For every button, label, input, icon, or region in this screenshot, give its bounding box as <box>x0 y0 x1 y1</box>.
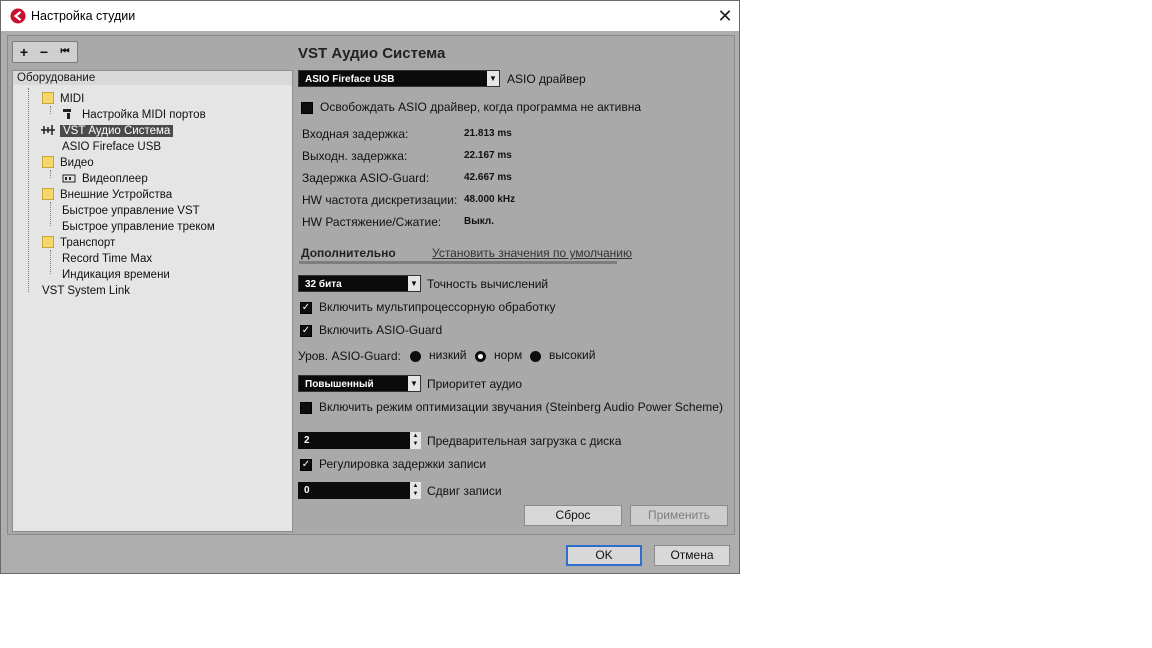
asio-guard-checkbox[interactable]: ✓ <box>300 325 312 337</box>
reset-button[interactable]: Сброс <box>524 505 622 526</box>
multiproc-label: Включить мультипроцессорную обработку <box>319 300 556 314</box>
stat-label: Входная задержка: <box>302 127 409 141</box>
tree-item-vst-system-link[interactable]: VST System Link <box>42 284 130 299</box>
chevron-down-icon: ▼ <box>408 276 420 291</box>
set-defaults-link[interactable]: Установить значения по умолчанию <box>432 246 632 260</box>
chevron-down-icon: ▼ <box>487 71 499 86</box>
tree-item-midi[interactable]: MIDI <box>42 92 84 107</box>
tree-item-transport[interactable]: Транспорт <box>42 236 115 251</box>
guard-high-radio[interactable] <box>530 351 541 362</box>
tree-toolbar: + − ⏮ <box>12 41 78 63</box>
tree-guide <box>28 88 29 292</box>
window-title: Настройка студии <box>31 9 136 23</box>
chevron-down-icon: ▼ <box>408 376 420 391</box>
stat-value: 21.813 ms <box>464 128 512 139</box>
audio-priority-select[interactable]: Повышенный ▼ <box>298 375 421 392</box>
cubase-app-icon <box>10 8 26 24</box>
asio-driver-label: ASIO драйвер <box>507 72 586 86</box>
video-player-icon <box>62 174 76 183</box>
power-scheme-checkbox[interactable] <box>300 402 312 414</box>
disk-preload-stepper[interactable]: 2 ▲ ▼ <box>298 432 421 449</box>
tree-guide <box>50 170 51 178</box>
guard-level-label: Уров. ASIO-Guard: <box>298 349 401 363</box>
folder-icon <box>42 188 54 200</box>
asio-driver-value: ASIO Fireface USB <box>305 74 395 85</box>
tree-guide <box>50 106 51 114</box>
tree-item-video[interactable]: Видео <box>42 156 94 171</box>
tree-item-external-devices[interactable]: Внешние Устройства <box>42 188 172 203</box>
guard-normal-label: норм <box>494 348 523 362</box>
tree-guide <box>50 202 51 226</box>
asio-driver-select[interactable]: ASIO Fireface USB ▼ <box>298 70 500 87</box>
multiproc-checkbox[interactable]: ✓ <box>300 302 312 314</box>
tree-root-label: Оборудование <box>17 72 96 84</box>
stat-label: HW Растяжение/Сжатие: <box>302 215 442 229</box>
panel-heading: VST Аудио Система <box>298 45 446 62</box>
tree-item-quick-control-track[interactable]: Быстрое управление треком <box>62 220 215 235</box>
record-shift-value: 0 <box>304 485 310 496</box>
tree-item-asio-fireface[interactable]: ASIO Fireface USB <box>62 140 161 155</box>
disk-preload-label: Предварительная загрузка с диска <box>427 434 622 448</box>
precision-select[interactable]: 32 бита ▼ <box>298 275 421 292</box>
tree-item-vst-audio-system[interactable]: VST Аудио Система <box>40 124 174 139</box>
content-area: + − ⏮ Оборудование MIDI Настройка MIDI п… <box>7 35 735 535</box>
tree-item-midi-ports[interactable]: Настройка MIDI портов <box>62 108 206 123</box>
studio-setup-window: Настройка студии ✕ + − ⏮ Оборудование MI… <box>0 0 740 574</box>
tree-root[interactable]: Оборудование <box>13 71 292 85</box>
stat-value: 42.667 ms <box>464 172 512 183</box>
stepper-arrows-icon[interactable]: ▲ ▼ <box>410 432 421 449</box>
disk-preload-value: 2 <box>304 435 310 446</box>
record-shift-label: Сдвиг записи <box>427 484 502 498</box>
precision-value: 32 бита <box>305 279 342 290</box>
precision-label: Точность вычислений <box>427 277 549 291</box>
tree-guide <box>50 250 51 274</box>
reset-first-button[interactable]: ⏮ <box>55 43 75 61</box>
tree-item-quick-control-vst[interactable]: Быстрое управление VST <box>62 204 200 219</box>
tab-underline <box>299 261 617 264</box>
stat-value: 48.000 kHz <box>464 194 516 205</box>
folder-icon <box>42 156 54 168</box>
stat-label: HW частота дискретизации: <box>302 193 458 207</box>
power-scheme-label: Включить режим оптимизации звучания (Ste… <box>319 400 723 414</box>
stat-label: Выходн. задержка: <box>302 149 408 163</box>
settings-panel: VST Аудио Система ASIO Fireface USB ▼ AS… <box>296 36 734 534</box>
stat-value: 22.167 ms <box>464 150 512 161</box>
add-button[interactable]: + <box>14 43 34 61</box>
release-driver-label: Освобождать ASIO драйвер, когда программ… <box>320 100 642 114</box>
folder-icon <box>42 92 54 104</box>
guard-low-radio[interactable] <box>410 351 421 362</box>
midi-port-icon <box>63 109 71 119</box>
asio-guard-label: Включить ASIO-Guard <box>319 323 443 337</box>
stepper-arrows-icon[interactable]: ▲ ▼ <box>410 482 421 499</box>
tree-item-video-player[interactable]: Видеоплеер <box>62 172 148 187</box>
audio-priority-label: Приоритет аудио <box>427 377 523 391</box>
ok-button[interactable]: OK <box>566 545 642 566</box>
title-bar: Настройка студии ✕ <box>1 1 739 31</box>
audio-system-icon <box>41 125 55 135</box>
guard-normal-radio[interactable] <box>475 351 486 362</box>
guard-high-label: высокий <box>549 348 596 362</box>
cancel-button[interactable]: Отмена <box>654 545 730 566</box>
record-shift-stepper[interactable]: 0 ▲ ▼ <box>298 482 421 499</box>
record-latency-checkbox[interactable]: ✓ <box>300 459 312 471</box>
remove-button[interactable]: − <box>34 43 54 61</box>
apply-button[interactable]: Применить <box>630 505 728 526</box>
audio-priority-value: Повышенный <box>305 379 374 390</box>
record-latency-label: Регулировка задержки записи <box>319 457 487 471</box>
close-button[interactable]: ✕ <box>713 5 737 27</box>
folder-icon <box>42 236 54 248</box>
stat-value: Выкл. <box>464 216 495 227</box>
stat-label: Задержка ASIO-Guard: <box>302 171 430 185</box>
release-driver-checkbox[interactable] <box>301 102 313 114</box>
tab-advanced[interactable]: Дополнительно <box>301 246 396 260</box>
guard-low-label: низкий <box>429 348 467 362</box>
tree-item-time-display[interactable]: Индикация времени <box>62 268 170 283</box>
tree-item-record-time-max[interactable]: Record Time Max <box>62 252 152 267</box>
